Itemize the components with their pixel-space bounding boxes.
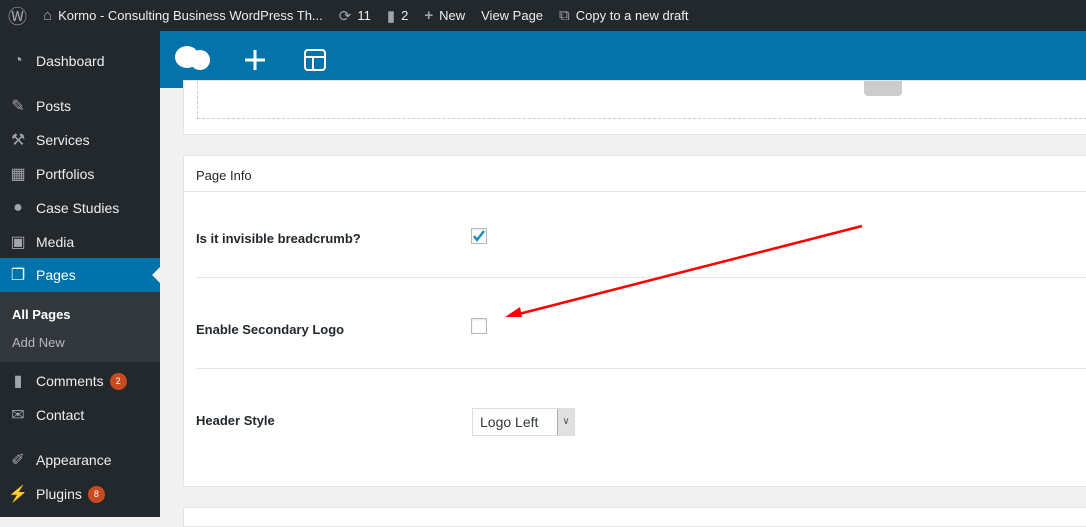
annotation-arrow bbox=[505, 224, 863, 317]
arrow-head-icon bbox=[505, 307, 522, 317]
